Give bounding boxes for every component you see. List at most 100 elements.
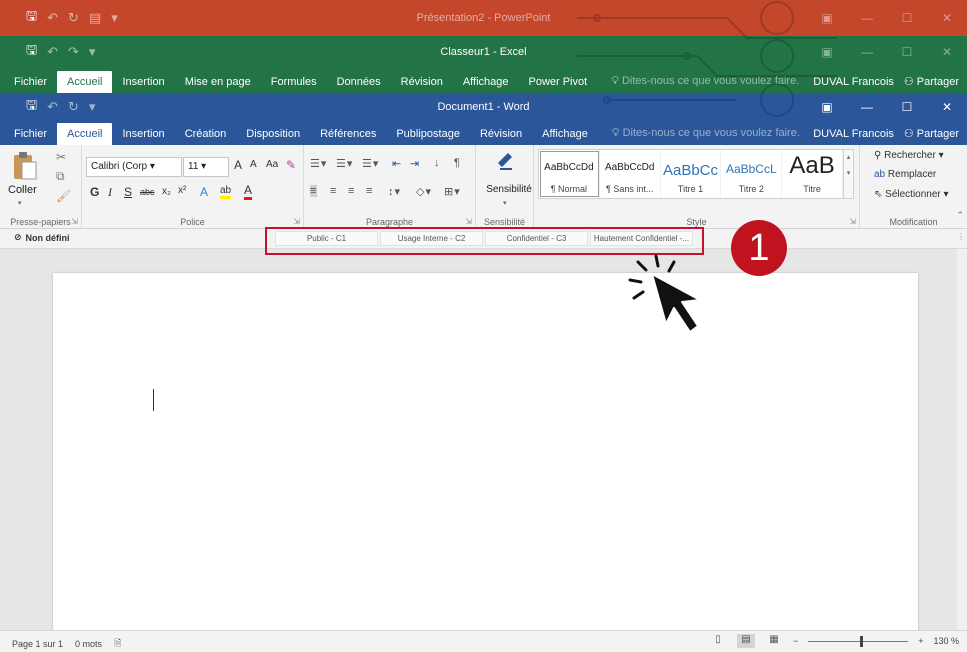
numbering-icon[interactable]: ☰▾: [336, 157, 353, 170]
zoom-slider[interactable]: [808, 635, 909, 647]
multilevel-list-icon[interactable]: ☰▾: [362, 157, 379, 170]
undo-icon[interactable]: ↶: [47, 44, 58, 60]
text-effects-icon[interactable]: A: [200, 185, 208, 199]
borders-icon[interactable]: ⊞▾: [444, 185, 461, 198]
zoom-slider-thumb[interactable]: [860, 635, 864, 647]
word-tab-fichier[interactable]: Fichier: [4, 128, 57, 145]
web-layout-icon[interactable]: ▦: [765, 634, 783, 648]
find-button[interactable]: ⚲ Rechercher ▾: [874, 150, 944, 161]
align-center-icon[interactable]: ≡: [330, 185, 337, 197]
strikethrough-icon[interactable]: abc: [140, 187, 155, 197]
font-size-combo[interactable]: 11 ▾: [183, 157, 229, 177]
excel-share-button[interactable]: ⚇ Partager: [904, 75, 959, 89]
zoom-out-icon[interactable]: −: [793, 636, 798, 646]
save-icon[interactable]: 🖫: [26, 96, 37, 118]
increase-indent-icon[interactable]: ⇥: [410, 157, 420, 170]
clear-formatting-icon[interactable]: ✎: [286, 158, 296, 172]
excel-tab-revision[interactable]: Révision: [391, 76, 453, 93]
page-count[interactable]: Page 1 sur 1: [12, 639, 63, 649]
style-item-normal[interactable]: AaBbCcDd ¶ Normal: [539, 150, 600, 198]
font-color-icon[interactable]: A: [244, 183, 253, 200]
cut-icon[interactable]: ✂: [56, 150, 66, 164]
shading-icon[interactable]: ◇▾: [416, 185, 432, 198]
close-icon[interactable]: ✕: [927, 11, 967, 25]
dialog-launcher-icon[interactable]: ⇲: [293, 217, 300, 226]
undo-icon[interactable]: ↶: [47, 10, 58, 26]
dialog-launcher-icon[interactable]: ⇲: [71, 217, 78, 226]
sensitivity-dropdown-icon[interactable]: ▾: [503, 199, 507, 207]
bullets-icon[interactable]: ☰▾: [310, 157, 327, 170]
maximize-icon[interactable]: ☐: [887, 100, 927, 114]
word-tab-insertion[interactable]: Insertion: [112, 128, 174, 145]
paste-icon[interactable]: [12, 151, 38, 181]
sensitivity-button[interactable]: Sensibilité: [480, 184, 538, 195]
align-right-icon[interactable]: ≡: [348, 185, 355, 197]
zoom-in-icon[interactable]: +: [918, 636, 923, 646]
slideshow-icon[interactable]: ▤: [89, 10, 101, 26]
show-formatting-icon[interactable]: ¶: [454, 157, 461, 169]
word-tab-accueil[interactable]: Accueil: [57, 123, 113, 145]
customize-toolbar-icon[interactable]: ▾: [111, 10, 118, 26]
word-tell-me-box[interactable]: 💡︎ Dites-nous ce que vous voulez faire.: [598, 127, 810, 145]
font-name-combo[interactable]: Calibri (Corp ▾: [86, 157, 182, 177]
classification-button-usage-interne-c2[interactable]: Usage Interne - C2: [380, 231, 483, 246]
line-spacing-icon[interactable]: ↕▾: [388, 185, 401, 198]
excel-user-name[interactable]: DUVAL Francois: [813, 76, 894, 88]
dialog-launcher-icon[interactable]: ⇲: [465, 217, 472, 226]
word-count[interactable]: 0 mots: [75, 639, 102, 649]
justify-icon[interactable]: ≡: [366, 185, 373, 197]
collapse-ribbon-icon[interactable]: ⌃: [956, 210, 964, 221]
customize-toolbar-icon[interactable]: ▾: [89, 99, 96, 115]
dialog-launcher-icon[interactable]: ⇲: [849, 217, 856, 226]
replace-button[interactable]: ab Remplacer: [874, 169, 936, 180]
word-tab-creation[interactable]: Création: [175, 128, 237, 145]
excel-tab-formules[interactable]: Formules: [261, 76, 327, 93]
style-item-titre[interactable]: AaB Titre: [782, 150, 843, 198]
change-case-icon[interactable]: Aa: [266, 159, 278, 170]
close-icon[interactable]: ✕: [927, 45, 967, 59]
bold-icon[interactable]: G: [90, 185, 99, 199]
word-tab-references[interactable]: Références: [310, 128, 386, 145]
zoom-level[interactable]: 130 %: [933, 636, 959, 646]
undo-icon[interactable]: ↶: [47, 99, 58, 115]
save-icon[interactable]: 🖫: [26, 7, 37, 29]
maximize-icon[interactable]: ☐: [887, 45, 927, 59]
excel-tab-insertion[interactable]: Insertion: [112, 76, 174, 93]
word-tab-publipostage[interactable]: Publipostage: [386, 128, 470, 145]
excel-tab-affichage[interactable]: Affichage: [453, 76, 519, 93]
minimize-icon[interactable]: —: [847, 11, 887, 25]
grow-font-icon[interactable]: A: [234, 158, 242, 172]
paste-dropdown-icon[interactable]: ▾: [18, 199, 22, 207]
proofing-icon[interactable]: 🗎: [114, 636, 121, 652]
align-left-icon[interactable]: ≡: [310, 185, 318, 197]
classification-button-confidentiel-c3[interactable]: Confidentiel - C3: [485, 231, 588, 246]
word-tab-disposition[interactable]: Disposition: [236, 128, 310, 145]
classification-button-hautement-confidentiel[interactable]: Hautement Confidentiel -...: [590, 231, 693, 246]
word-share-button[interactable]: ⚇ Partager: [904, 127, 959, 141]
redo-icon[interactable]: ↻: [68, 99, 79, 115]
style-item-titre-2[interactable]: AaBbCcL Titre 2: [721, 150, 783, 198]
redo-icon[interactable]: ↷: [68, 44, 79, 60]
classification-button-public-c1[interactable]: Public - C1: [275, 231, 378, 246]
style-item-titre-1[interactable]: AaBbCc Titre 1: [661, 150, 722, 198]
style-item-sans-int[interactable]: AaBbCcDd ¶ Sans int...: [600, 150, 661, 198]
excel-tab-donnees[interactable]: Données: [327, 76, 391, 93]
sensitivity-icon[interactable]: [496, 149, 514, 171]
format-painter-icon[interactable]: 🖌: [56, 189, 71, 203]
italic-icon[interactable]: I: [108, 185, 112, 200]
word-tab-revision[interactable]: Révision: [470, 128, 532, 145]
ribbon-display-icon[interactable]: ▣: [807, 11, 847, 25]
decrease-indent-icon[interactable]: ⇤: [392, 157, 402, 170]
customize-toolbar-icon[interactable]: ▾: [89, 44, 96, 60]
word-user-name[interactable]: DUVAL Francois: [813, 128, 894, 140]
styles-gallery-scroll[interactable]: ▴ ▾: [844, 149, 854, 199]
excel-tell-me-box[interactable]: 💡︎ Dites-nous ce que vous voulez faire.: [597, 75, 809, 93]
copy-icon[interactable]: ⧉: [56, 169, 65, 184]
paste-button-label[interactable]: Coller: [8, 184, 37, 196]
read-mode-icon[interactable]: ▯: [709, 634, 727, 648]
word-tab-affichage[interactable]: Affichage: [532, 128, 598, 145]
save-icon[interactable]: 🖫: [26, 41, 37, 63]
close-icon[interactable]: ✕: [927, 100, 967, 114]
classification-bar-options-icon[interactable]: ⋮: [957, 232, 965, 241]
subscript-icon[interactable]: x₂: [162, 186, 171, 197]
